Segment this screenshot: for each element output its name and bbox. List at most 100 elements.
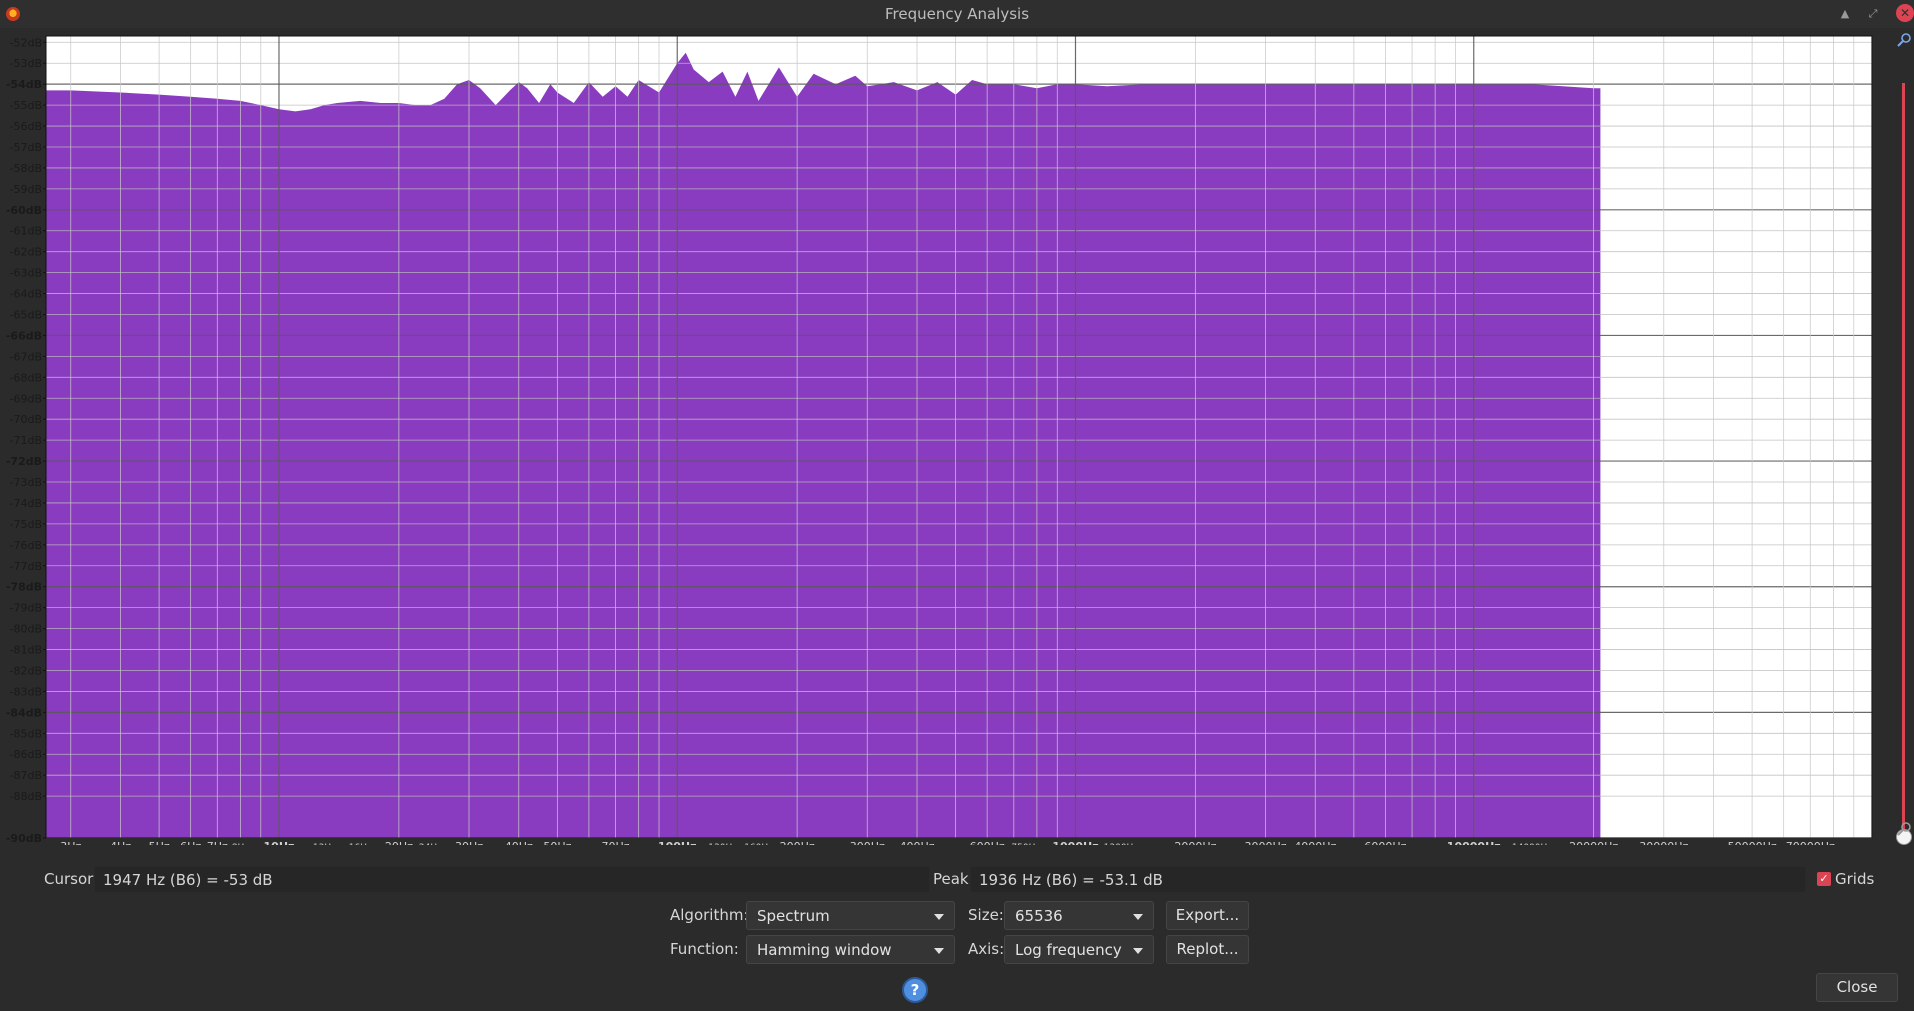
x-tick-label: 10000Hz <box>1447 840 1501 845</box>
chevron-down-icon <box>1133 948 1143 954</box>
y-tick-label: -61dB <box>10 225 43 238</box>
close-window-icon[interactable]: ✕ <box>1896 4 1914 22</box>
algorithm-value: Spectrum <box>757 907 830 925</box>
y-tick-label: -72dB <box>6 455 42 468</box>
y-tick-label: -82dB <box>10 664 43 677</box>
x-tick-label: 50000Hz <box>1728 840 1777 845</box>
y-tick-label: -68dB <box>10 371 43 384</box>
y-tick-label: -62dB <box>10 246 43 259</box>
y-tick-label: -71dB <box>10 434 43 447</box>
y-tick-label: -70dB <box>10 413 43 426</box>
y-tick-label: -53dB <box>10 57 43 70</box>
y-tick-label: -78dB <box>6 581 42 594</box>
y-tick-label: -76dB <box>10 539 43 552</box>
x-tick-label: 6000Hz <box>1364 840 1406 845</box>
y-tick-label: -57dB <box>10 141 43 154</box>
window-title: Frequency Analysis <box>884 5 1030 23</box>
y-tick-label: -83dB <box>10 685 43 698</box>
function-label: Function: <box>670 940 739 958</box>
algorithm-select[interactable]: Spectrum <box>746 901 955 930</box>
x-tick-label: 30000Hz <box>1639 840 1688 845</box>
peak-label: Peak: <box>933 870 974 888</box>
export-button[interactable]: Export... <box>1166 901 1249 930</box>
help-icon[interactable]: ? <box>902 977 928 1003</box>
x-tick-label: 3Hz <box>60 840 81 845</box>
function-value: Hamming window <box>757 941 892 959</box>
graph-area: -52dB -53dB -54dB -55dB -56dB -57dB -58dB -59dB… <box>0 28 1914 845</box>
x-tick-label: 8Hz <box>232 843 249 845</box>
y-tick-label: -52dB <box>10 36 43 49</box>
y-tick-label: -55dB <box>10 99 43 112</box>
x-tick-label: 20Hz <box>385 840 413 845</box>
x-tick-label: 600Hz <box>970 840 1005 845</box>
grids-checkbox[interactable]: ✓ <box>1817 872 1831 886</box>
axis-value: Log frequency <box>1015 941 1122 959</box>
x-tick-label: 200Hz <box>780 840 815 845</box>
y-tick-label: -85dB <box>10 727 43 740</box>
x-tick-label: 7Hz <box>207 840 228 845</box>
x-tick-label: 5Hz <box>149 840 170 845</box>
function-select[interactable]: Hamming window <box>746 935 955 964</box>
x-tick-label: 4000Hz <box>1294 840 1336 845</box>
x-tick-label: 30Hz <box>455 840 483 845</box>
spectrum-graph[interactable]: -52dB -53dB -54dB -55dB -56dB -57dB -58dB -59dB… <box>0 28 1914 845</box>
peak-readout: 1936 Hz (B6) = -53.1 dB <box>970 866 1806 893</box>
axis-select[interactable]: Log frequency <box>1004 935 1154 964</box>
y-tick-label: -88dB <box>10 790 43 803</box>
x-tick-label: 750Hz <box>1011 843 1040 845</box>
cursor-readout: 1947 Hz (B6) = -53 dB <box>94 866 930 893</box>
size-label: Size: <box>968 906 1004 924</box>
keep-above-icon[interactable]: ▲ <box>1836 5 1854 23</box>
chevron-down-icon <box>1133 914 1143 920</box>
x-tick-label: 10Hz <box>264 840 295 845</box>
y-tick-label: -59dB <box>10 183 43 196</box>
close-button[interactable]: Close <box>1816 973 1898 1002</box>
algorithm-label: Algorithm: <box>670 906 749 924</box>
x-tick-label: 130Hz <box>708 843 737 845</box>
x-tick-label: 24Hz <box>419 843 442 845</box>
y-tick-label: -66dB <box>6 329 42 342</box>
x-tick-label: 6Hz <box>180 840 201 845</box>
y-tick-label: -79dB <box>10 602 43 615</box>
maximize-icon[interactable]: ⤢ <box>1864 5 1882 23</box>
y-tick-label: -80dB <box>10 623 43 636</box>
y-tick-label: -54dB <box>6 78 42 91</box>
x-tick-label: 14000Hz <box>1512 843 1552 845</box>
x-tick-label: 300Hz <box>850 840 885 845</box>
x-tick-label: 4Hz <box>110 840 131 845</box>
y-tick-label: -84dB <box>6 706 42 719</box>
grids-label[interactable]: Grids <box>1835 865 1874 893</box>
zoom-slider[interactable] <box>1902 83 1905 837</box>
replot-button[interactable]: Replot... <box>1166 935 1249 964</box>
y-tick-label: -74dB <box>10 497 43 510</box>
y-tick-label: -73dB <box>10 476 43 489</box>
x-tick-label: 100Hz <box>658 840 697 845</box>
chevron-down-icon <box>934 914 944 920</box>
y-tick-label: -81dB <box>10 644 43 657</box>
y-tick-label: -90dB <box>6 832 42 845</box>
x-tick-label: 2000Hz <box>1174 840 1216 845</box>
x-tick-label: 3000Hz <box>1244 840 1286 845</box>
y-tick-label: -65dB <box>10 309 43 322</box>
x-tick-label: 1000Hz <box>1052 840 1098 845</box>
x-tick-label: 16Hz <box>349 843 372 845</box>
y-tick-label: -56dB <box>10 120 43 133</box>
y-tick-label: -67dB <box>10 350 43 363</box>
x-tick-label: 20000Hz <box>1569 840 1618 845</box>
x-tick-label: 70Hz <box>602 840 630 845</box>
x-tick-label: 50Hz <box>543 840 571 845</box>
size-value: 65536 <box>1015 907 1063 925</box>
cursor-label: Cursor: <box>44 870 99 888</box>
y-tick-label: -64dB <box>10 288 43 301</box>
x-tick-label: 13Hz <box>313 843 336 845</box>
y-tick-label: -87dB <box>10 769 43 782</box>
y-tick-label: -69dB <box>10 392 43 405</box>
size-select[interactable]: 65536 <box>1004 901 1154 930</box>
y-tick-label: -77dB <box>10 560 43 573</box>
zoom-in-icon[interactable] <box>1896 32 1912 48</box>
x-tick-label: 160Hz <box>744 843 773 845</box>
x-tick-label: 400Hz <box>899 840 934 845</box>
x-tick-label: 40Hz <box>505 840 533 845</box>
y-tick-label: -86dB <box>10 748 43 761</box>
zoom-out-icon[interactable] <box>1896 821 1912 837</box>
